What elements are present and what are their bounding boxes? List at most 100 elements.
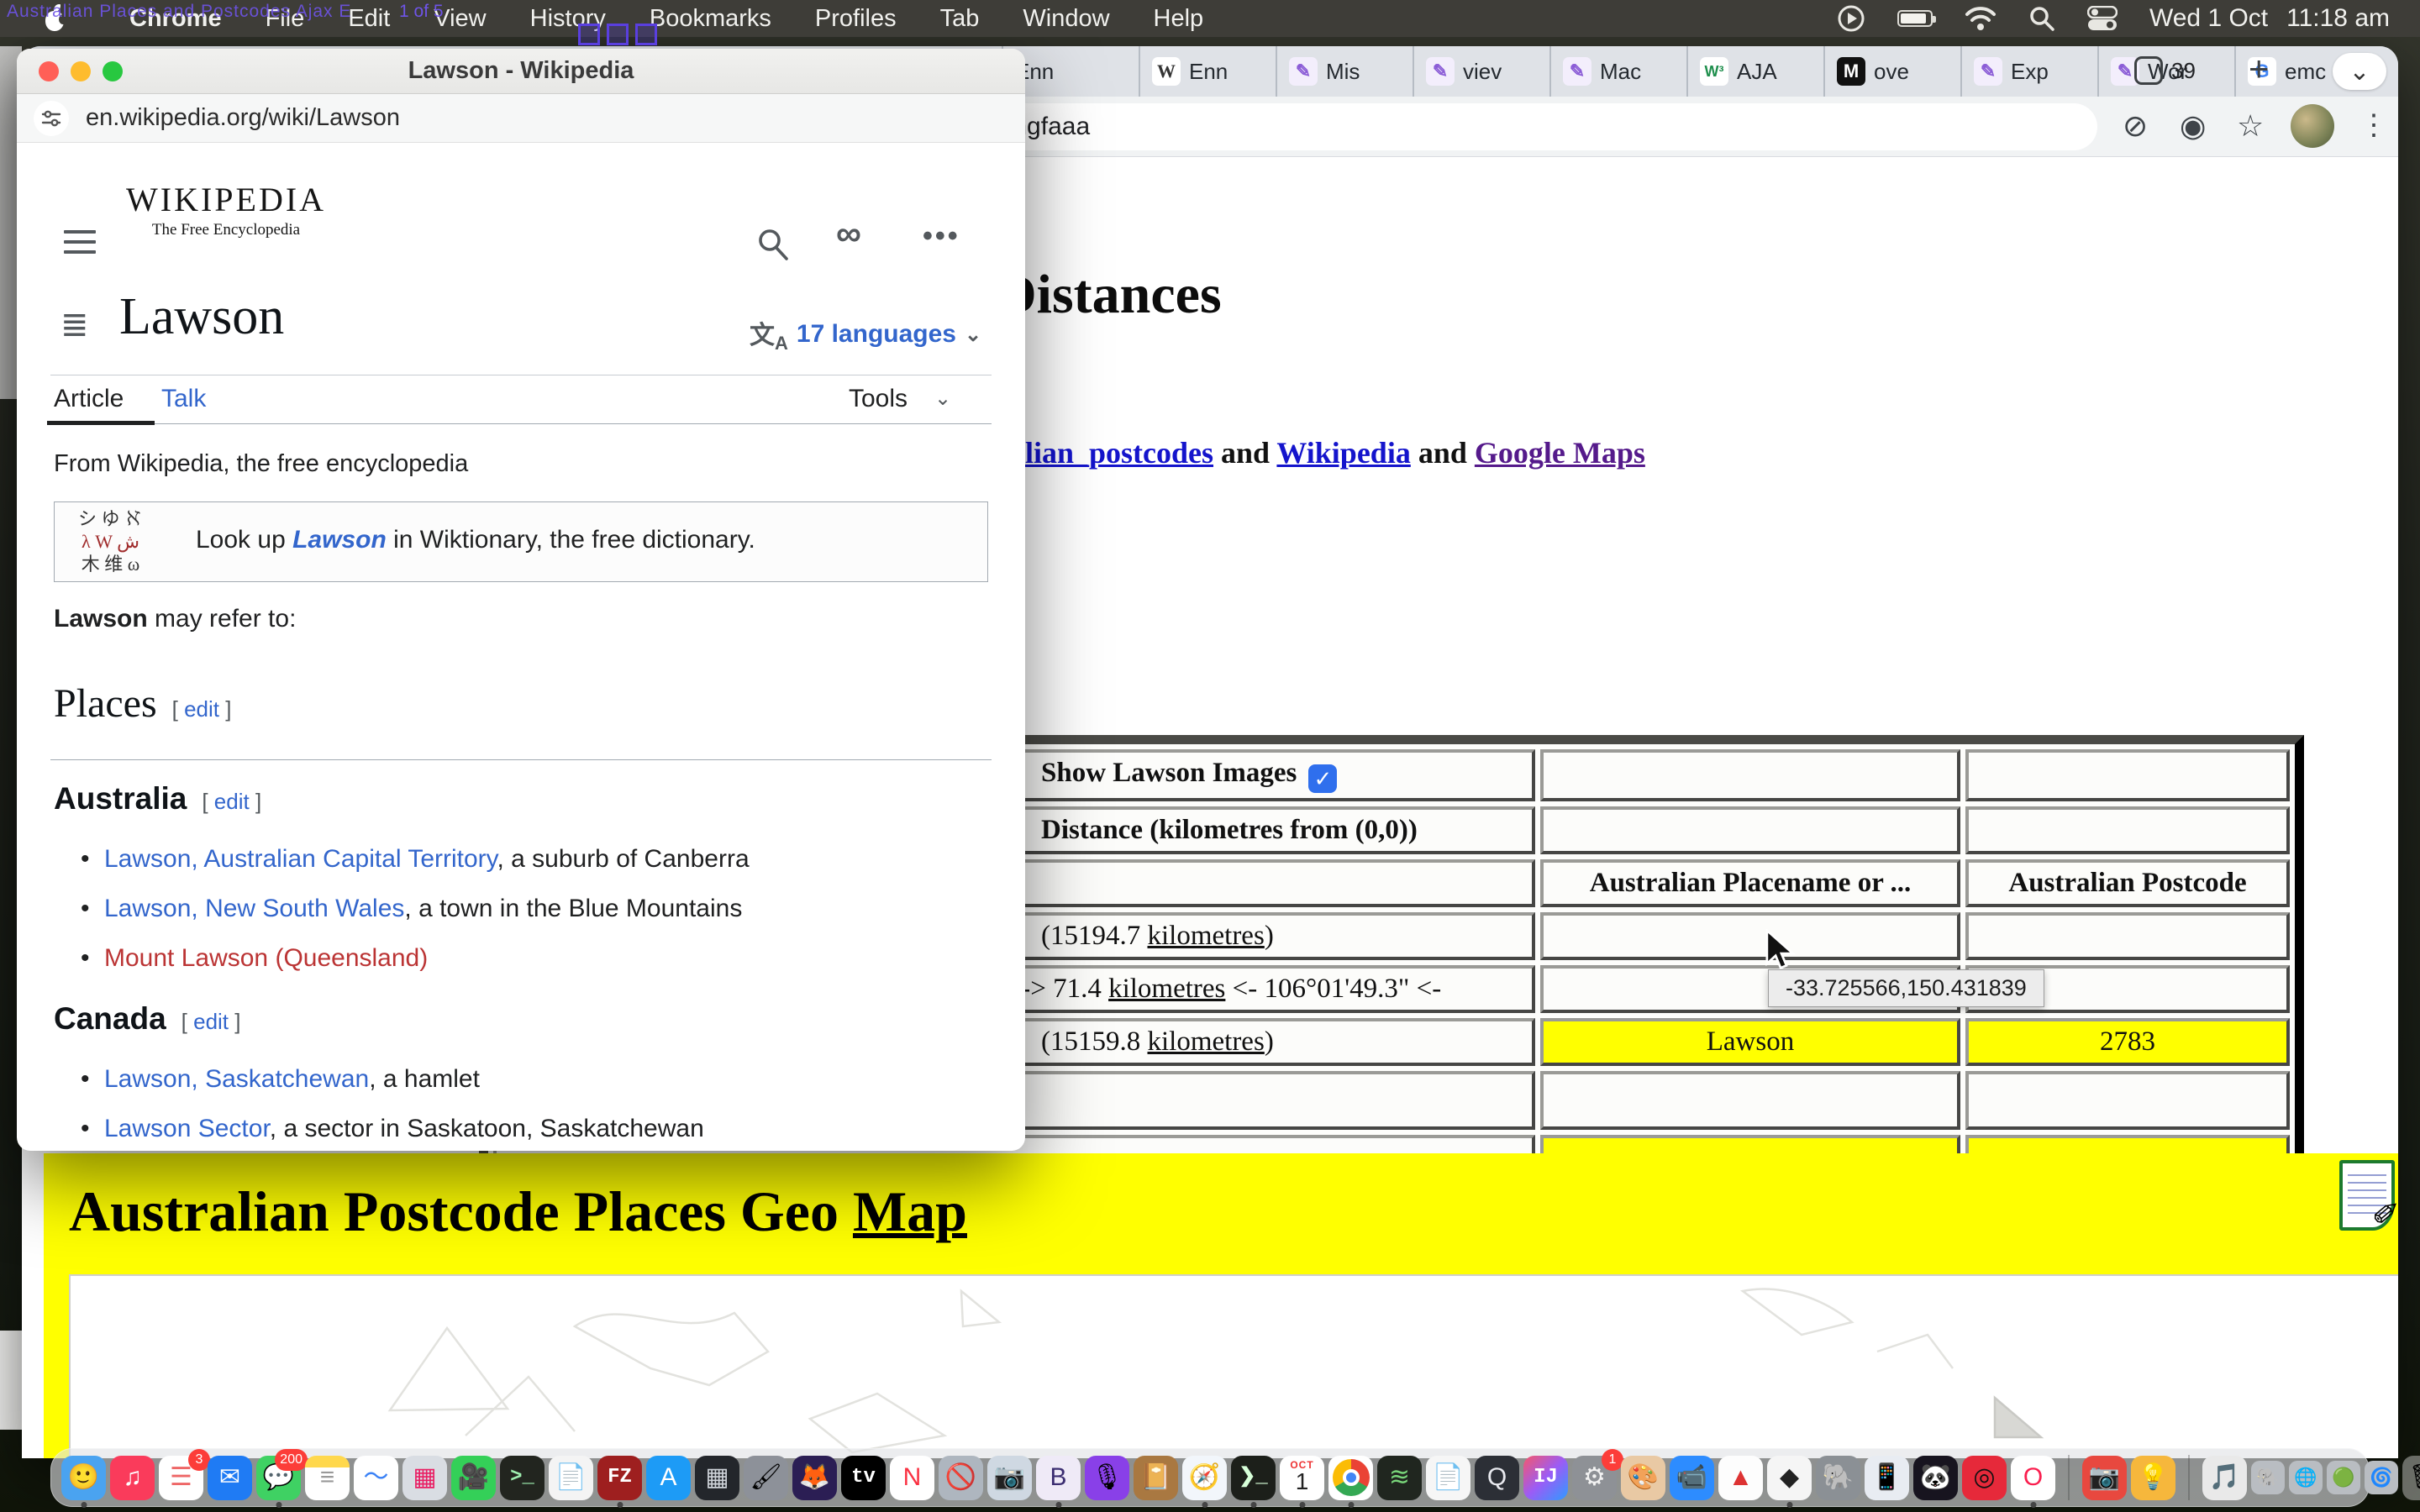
placename-cell-lawson[interactable]: Lawson bbox=[1540, 1018, 1960, 1066]
dock-icon-clipboard-doc[interactable]: 🎵 bbox=[2202, 1456, 2247, 1500]
battery-icon[interactable] bbox=[1897, 10, 1933, 27]
wifi-icon[interactable] bbox=[1965, 6, 1996, 31]
dock-icon-music[interactable]: ♫ bbox=[110, 1456, 155, 1500]
control-center-icon[interactable] bbox=[2087, 6, 2118, 31]
menu-help[interactable]: Help bbox=[1154, 5, 1204, 33]
edit-link[interactable]: edit bbox=[214, 789, 250, 814]
dock-icon-intellij-idea[interactable]: IJ bbox=[1523, 1456, 1568, 1500]
dock-icon-min-window-chrome[interactable]: 🌀 bbox=[2365, 1461, 2398, 1494]
dock-icon-panda-app[interactable]: 🐼 bbox=[1913, 1456, 1958, 1500]
dock-icon-quicktime[interactable]: Q bbox=[1475, 1456, 1519, 1500]
profile-avatar[interactable] bbox=[2291, 104, 2334, 148]
dock-icon-keypad-app[interactable]: ▦ bbox=[695, 1456, 739, 1500]
browser-tab[interactable]: ✎ Mac bbox=[1549, 46, 1686, 97]
postcode-cell-2783[interactable]: 2783 bbox=[1965, 1018, 2290, 1066]
dock-icon-bbedit[interactable]: B bbox=[1036, 1456, 1081, 1500]
dock-icon-mail[interactable]: ✉ bbox=[208, 1456, 252, 1500]
infinity-appearance-icon[interactable]: ∞ bbox=[836, 213, 861, 254]
languages-dropdown[interactable]: 文A 17 languages ⌄ bbox=[750, 314, 981, 354]
dock-icon-iphone-mirroring[interactable]: 📱 bbox=[1865, 1456, 1909, 1500]
menu-tab[interactable]: Tab bbox=[940, 5, 980, 33]
wikipedia-logo[interactable]: WIKIPEDIA The Free Encyclopedia bbox=[126, 180, 326, 239]
spotlight-search-icon[interactable] bbox=[2028, 5, 2055, 32]
menu-bar-clock[interactable]: Wed 1 Oct 11:18 am bbox=[2149, 4, 2390, 33]
dock-icon-finder[interactable]: 🙂 bbox=[61, 1456, 106, 1500]
dock-icon-tips[interactable]: 💡 bbox=[2131, 1456, 2175, 1500]
dock-icon-blocked-cam-app[interactable]: 🚫 bbox=[939, 1456, 983, 1500]
postcodes-link[interactable]: ralian_postcodes bbox=[997, 436, 1213, 470]
browser-tab[interactable]: ✎ Exp bbox=[1960, 46, 2097, 97]
popup-url-text[interactable]: en.wikipedia.org/wiki/Lawson bbox=[86, 104, 400, 132]
site-settings-icon[interactable] bbox=[34, 101, 69, 136]
edit-link[interactable]: edit bbox=[184, 696, 219, 722]
contents-list-icon[interactable]: ≣ bbox=[60, 306, 89, 344]
dock-icon-news[interactable]: N bbox=[890, 1456, 934, 1500]
dock-icon-photo-booth[interactable]: 📷 bbox=[2082, 1456, 2127, 1500]
dock-icon-calendar[interactable]: OCT1 bbox=[1280, 1456, 1324, 1500]
place-link[interactable]: Lawson Sector bbox=[104, 1115, 270, 1142]
kilometres-link[interactable]: kilometres bbox=[1148, 1026, 1265, 1057]
notepad-icon[interactable]: ✏ bbox=[2339, 1160, 2395, 1231]
popup-url-bar[interactable]: en.wikipedia.org/wiki/Lawson bbox=[17, 94, 1025, 143]
popup-title-bar[interactable]: Lawson - Wikipedia bbox=[17, 49, 1025, 94]
dock-icon-zoom[interactable]: 📹 bbox=[1670, 1456, 1714, 1500]
browser-tab[interactable]: W³ AJA bbox=[1686, 46, 1823, 97]
bookmark-star-icon[interactable]: ☆ bbox=[2237, 108, 2264, 144]
dock-icon-paint-app[interactable]: 🎨 bbox=[1621, 1456, 1665, 1500]
google-maps-link[interactable]: Google Maps bbox=[1475, 436, 1645, 470]
dock-icon-libreoffice[interactable]: 📄 bbox=[549, 1456, 593, 1500]
address-bar[interactable]: ?nhgfaaa bbox=[971, 103, 2097, 150]
dock-icon-leather-book-app[interactable]: 📔 bbox=[1134, 1456, 1178, 1500]
dock-icon-terminal-2[interactable]: ❯_ bbox=[1231, 1456, 1276, 1500]
preview-eye-icon[interactable]: ◉ bbox=[2180, 108, 2206, 144]
menu-window[interactable]: Window bbox=[1023, 5, 1109, 33]
wiktionary-lawson-link[interactable]: Lawson bbox=[292, 526, 387, 554]
dock-icon-min-window-green[interactable]: 🟢 bbox=[2327, 1461, 2360, 1494]
dock-icon-triangle-app[interactable]: ▲ bbox=[1718, 1456, 1763, 1500]
place-link[interactable]: Lawson, Australian Capital Territory bbox=[104, 845, 497, 873]
dock-icon-terminal-3[interactable]: ≋ bbox=[1377, 1456, 1422, 1500]
dock-icon-screenshot-app[interactable]: 📷 bbox=[987, 1456, 1032, 1500]
browser-tab[interactable]: ✎ Mis bbox=[1276, 46, 1413, 97]
dock-icon-podcasts[interactable]: 🎙 bbox=[1085, 1456, 1129, 1500]
dock-icon-launchpad[interactable]: ▦ bbox=[402, 1456, 447, 1500]
hamburger-menu-icon[interactable] bbox=[64, 230, 96, 255]
dock-icon-libreoffice-2[interactable]: 📄 bbox=[1426, 1456, 1470, 1500]
map-link[interactable]: Map bbox=[853, 1179, 967, 1243]
dock-icon-trash[interactable]: 🗑 bbox=[2402, 1456, 2420, 1500]
place-link[interactable]: Lawson, Saskatchewan bbox=[104, 1065, 369, 1093]
dock-icon-opera[interactable]: O bbox=[2011, 1456, 2055, 1500]
dock-icon-mamp[interactable]: 🐘 bbox=[1816, 1456, 1860, 1500]
search-icon[interactable] bbox=[756, 227, 790, 260]
menu-bookmarks[interactable]: Bookmarks bbox=[650, 5, 771, 33]
tab-talk[interactable]: Talk bbox=[161, 385, 206, 413]
show-images-checkbox[interactable]: ✓ bbox=[1308, 764, 1337, 793]
edit-link[interactable]: edit bbox=[193, 1009, 229, 1034]
dock-icon-chrome[interactable] bbox=[1328, 1456, 1373, 1500]
tab-article[interactable]: Article bbox=[54, 385, 124, 413]
dock-icon-safari[interactable]: 🧭 bbox=[1182, 1456, 1227, 1500]
dock-icon-min-window-mamp[interactable]: 🐘 bbox=[2251, 1461, 2285, 1494]
kilometres-link[interactable]: kilometres bbox=[1108, 974, 1225, 1004]
browser-tab[interactable]: W Enn bbox=[1139, 46, 1276, 97]
more-options-icon[interactable]: ••• bbox=[923, 220, 960, 253]
browser-tab[interactable]: ✎ viev bbox=[1413, 46, 1549, 97]
geo-map-canvas[interactable] bbox=[69, 1274, 2398, 1458]
dock-icon-messages[interactable]: 💬200 bbox=[256, 1456, 301, 1500]
place-link[interactable]: Lawson, New South Wales bbox=[104, 895, 404, 922]
kilometres-link[interactable]: kilometres bbox=[1148, 921, 1265, 951]
dock-icon-freeform[interactable]: 〜 bbox=[354, 1456, 398, 1500]
dock-icon-terminal[interactable]: >_ bbox=[500, 1456, 544, 1500]
dock-icon-filezilla[interactable]: FZ bbox=[597, 1456, 642, 1500]
dock-icon-reminders[interactable]: ☰3 bbox=[159, 1456, 203, 1500]
pointer-blocked-icon[interactable]: ⊘ bbox=[2123, 108, 2148, 144]
browser-tab[interactable]: M ove bbox=[1823, 46, 1960, 97]
dock-icon-inkscape[interactable]: ◆ bbox=[1767, 1456, 1812, 1500]
screen-mirroring-icon[interactable] bbox=[1837, 4, 1865, 33]
dock-icon-dial-app[interactable]: ◎ bbox=[1962, 1456, 2007, 1500]
dock-icon-facetime[interactable]: 🎥 bbox=[451, 1456, 496, 1500]
tab-counter[interactable]: 39 bbox=[2134, 56, 2196, 85]
browser-menu-kebab-icon[interactable]: ⋮ bbox=[2360, 108, 2388, 142]
place-link[interactable]: Mount Lawson (Queensland) bbox=[104, 944, 428, 972]
tab-search-chevron-button[interactable]: ⌄ bbox=[2333, 53, 2386, 90]
